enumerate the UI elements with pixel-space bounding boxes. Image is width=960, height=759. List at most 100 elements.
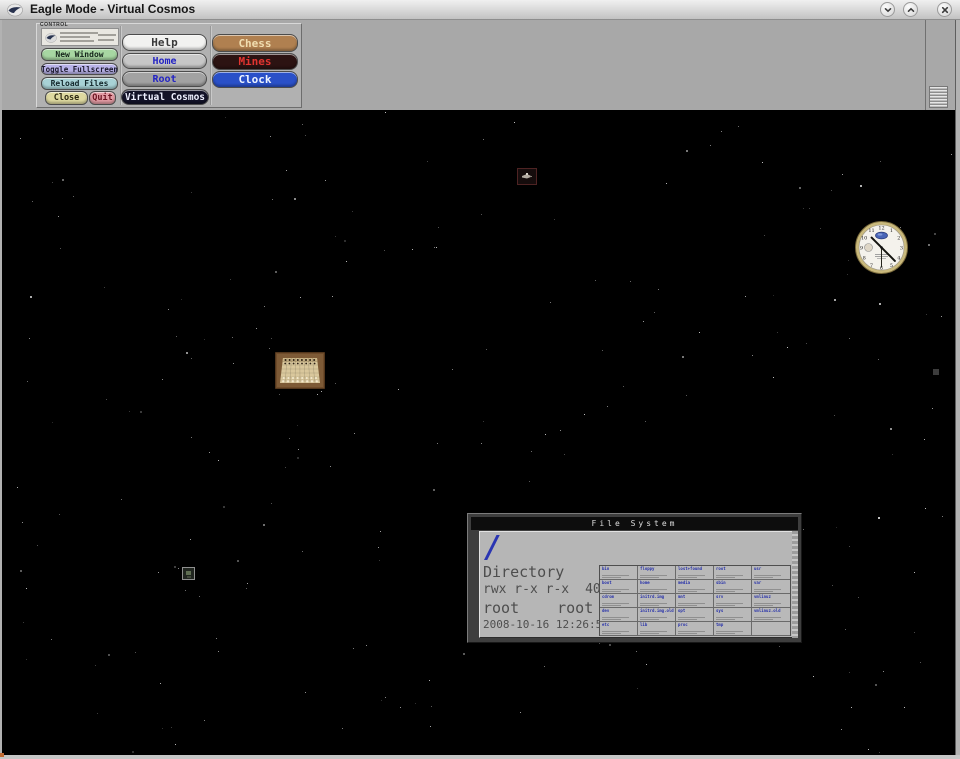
- about-thumbnail[interactable]: [41, 28, 119, 46]
- directory-entry-cell[interactable]: sbin: [714, 580, 752, 594]
- directory-entry-name: vmlinuz: [754, 595, 789, 599]
- star: [849, 546, 850, 547]
- entry-detail-bar: [640, 633, 659, 634]
- group-value: root: [557, 599, 593, 617]
- control-strip: CONTROL New Window Toggle Fullscreen Rel…: [2, 20, 955, 110]
- star: [344, 240, 346, 242]
- directory-entry-cell[interactable]: sys: [714, 608, 752, 622]
- mini-widget-content: [186, 571, 191, 575]
- panel-scrollbar[interactable]: [792, 531, 798, 638]
- owner-value: root: [483, 599, 519, 617]
- chess-board-thumbnail[interactable]: [275, 352, 325, 394]
- star: [637, 688, 638, 689]
- star: [928, 244, 930, 246]
- home-button[interactable]: Home: [122, 53, 207, 69]
- directory-entry-cell[interactable]: root: [714, 566, 752, 580]
- entry-detail-bar: [716, 591, 735, 592]
- directory-entry-cell[interactable]: cdrom: [600, 594, 638, 608]
- directory-entry-cell[interactable]: srv: [714, 594, 752, 608]
- entry-detail-bar: [716, 577, 735, 578]
- directory-entry-cell[interactable]: lost+found: [676, 566, 714, 580]
- star: [106, 399, 107, 400]
- directory-entry-cell[interactable]: vmlinuz: [752, 594, 790, 608]
- directory-entry-name: var: [754, 581, 789, 585]
- directory-entry-cell[interactable]: home: [638, 580, 676, 594]
- directory-entry-cell[interactable]: [752, 622, 790, 636]
- star: [806, 343, 807, 344]
- reload-files-button[interactable]: Reload Files: [41, 77, 118, 90]
- star: [623, 386, 624, 387]
- star: [385, 112, 386, 113]
- chess-button[interactable]: Chess: [212, 34, 298, 52]
- star: [803, 529, 804, 530]
- new-window-button[interactable]: New Window: [41, 48, 118, 61]
- close-window-button[interactable]: [937, 2, 952, 17]
- entry-detail-bar: [602, 603, 629, 604]
- entry-detail-bar: [602, 619, 621, 620]
- eagle-mode-app-icon: [7, 3, 23, 17]
- directory-entry-cell[interactable]: vmlinuz.old: [752, 608, 790, 622]
- directory-entry-cell[interactable]: dev: [600, 608, 638, 622]
- directory-entry-cell[interactable]: proc: [676, 622, 714, 636]
- resize-corner[interactable]: [0, 753, 4, 757]
- cosmos-viewport[interactable]: 12 1 2 3 4 5 6 7 8 9 10 11: [2, 110, 954, 755]
- toggle-fullscreen-button[interactable]: Toggle Fullscreen: [41, 63, 118, 75]
- directory-entry-name: cdrom: [602, 595, 636, 599]
- directory-entry-cell[interactable]: tmp: [714, 622, 752, 636]
- entry-detail-bar: [602, 577, 621, 578]
- help-button[interactable]: Help: [122, 34, 207, 51]
- entry-detail-bar: [716, 605, 735, 606]
- toolbar-divider: [925, 20, 926, 110]
- virtual-cosmos-button[interactable]: Virtual Cosmos: [121, 89, 209, 105]
- entry-detail-bar: [754, 589, 781, 590]
- directory-entry-cell[interactable]: var: [752, 580, 790, 594]
- star: [851, 707, 852, 708]
- entry-detail-bar: [602, 589, 629, 590]
- window-title: Eagle Mode - Virtual Cosmos: [30, 0, 195, 19]
- mini-widget-thumbnail[interactable]: [182, 567, 195, 580]
- star: [437, 443, 438, 444]
- quit-button[interactable]: Quit: [89, 91, 116, 105]
- directory-entry-cell[interactable]: bin: [600, 566, 638, 580]
- entry-detail-bar: [602, 605, 621, 606]
- star: [431, 706, 432, 707]
- star: [879, 752, 880, 753]
- window-border-right[interactable]: [955, 20, 960, 757]
- star: [297, 457, 299, 459]
- directory-entry-cell[interactable]: mnt: [676, 594, 714, 608]
- directory-entry-cell[interactable]: usr: [752, 566, 790, 580]
- directory-entry-cell[interactable]: floppy: [638, 566, 676, 580]
- star: [162, 379, 163, 380]
- maximize-button[interactable]: [903, 2, 918, 17]
- spaceship-thumbnail[interactable]: [517, 168, 537, 185]
- directory-entry-cell[interactable]: media: [676, 580, 714, 594]
- directory-entry-cell[interactable]: lib: [638, 622, 676, 636]
- mines-button[interactable]: Mines: [212, 53, 298, 70]
- clock-button[interactable]: Clock: [212, 71, 298, 88]
- file-system-panel-body[interactable]: / Directory rwx r-x r-x4096 rootroot 200…: [479, 531, 793, 638]
- clock-widget[interactable]: 12 1 2 3 4 5 6 7 8 9 10 11: [855, 221, 908, 279]
- root-button[interactable]: Root: [122, 71, 207, 87]
- resize-grip[interactable]: [929, 86, 948, 108]
- directory-entry-name: initrd.img: [640, 595, 674, 599]
- star: [294, 198, 296, 200]
- minimize-button[interactable]: [880, 2, 895, 17]
- directory-entry-name: root: [716, 567, 750, 571]
- star: [654, 312, 655, 313]
- distant-object[interactable]: [933, 369, 939, 375]
- close-button[interactable]: Close: [45, 91, 88, 105]
- star: [29, 338, 30, 339]
- directory-entry-cell[interactable]: etc: [600, 622, 638, 636]
- star: [427, 161, 428, 162]
- directory-entry-cell[interactable]: boot: [600, 580, 638, 594]
- star: [914, 632, 915, 633]
- clock-numeral: 5: [890, 263, 893, 269]
- star: [58, 216, 59, 217]
- file-system-panel[interactable]: File System / Directory rwx r-x r-x4096 …: [467, 513, 802, 643]
- window-titlebar[interactable]: Eagle Mode - Virtual Cosmos: [0, 0, 960, 20]
- directory-entry-cell[interactable]: opt: [676, 608, 714, 622]
- star: [271, 503, 272, 504]
- directory-entry-cell[interactable]: initrd.img.old: [638, 608, 676, 622]
- star: [191, 437, 192, 438]
- directory-entry-cell[interactable]: initrd.img: [638, 594, 676, 608]
